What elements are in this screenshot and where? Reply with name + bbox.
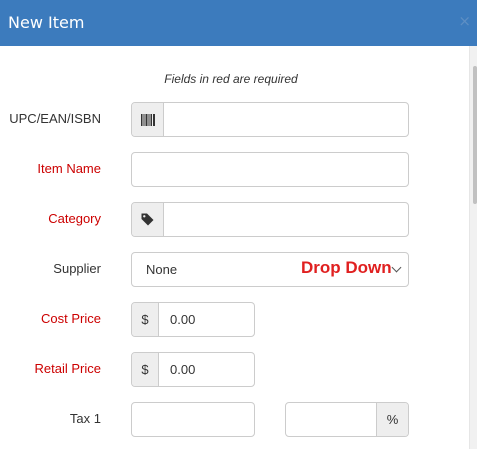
retail-price-field[interactable]: $ 0.00	[131, 352, 255, 387]
retail-price-prefix: $	[132, 353, 159, 386]
cost-price-field[interactable]: $ 0.00	[131, 302, 255, 337]
upc-field[interactable]	[131, 102, 409, 137]
cost-price-prefix: $	[132, 303, 159, 336]
required-fields-note: Fields in red are required	[164, 72, 298, 86]
barcode-icon	[132, 103, 164, 136]
item-name-label: Item Name	[37, 161, 101, 176]
category-label: Category	[48, 211, 101, 226]
retail-price-label: Retail Price	[34, 361, 101, 376]
retail-price-input[interactable]: 0.00	[170, 362, 195, 377]
dialog-header: New Item ×	[0, 0, 477, 46]
tax-1-label: Tax 1	[69, 411, 101, 426]
dialog-title: New Item	[8, 13, 85, 32]
tax-1-percent-field[interactable]: %	[285, 402, 409, 437]
tax-1-name-field[interactable]	[131, 402, 255, 437]
tax-1-percent-suffix: %	[376, 403, 408, 436]
close-icon[interactable]: ×	[458, 12, 471, 30]
cost-price-label: Cost Price	[41, 311, 101, 326]
dropdown-annotation: Drop Down	[301, 258, 392, 277]
scrollbar-thumb[interactable]	[473, 66, 477, 204]
item-name-field[interactable]	[131, 152, 409, 187]
supplier-selected-value: None	[146, 262, 178, 277]
upc-label: UPC/EAN/ISBN	[9, 111, 101, 126]
supplier-label: Supplier	[53, 261, 101, 276]
cost-price-input[interactable]: 0.00	[170, 312, 195, 327]
tag-icon	[132, 203, 164, 236]
category-field[interactable]	[131, 202, 409, 237]
